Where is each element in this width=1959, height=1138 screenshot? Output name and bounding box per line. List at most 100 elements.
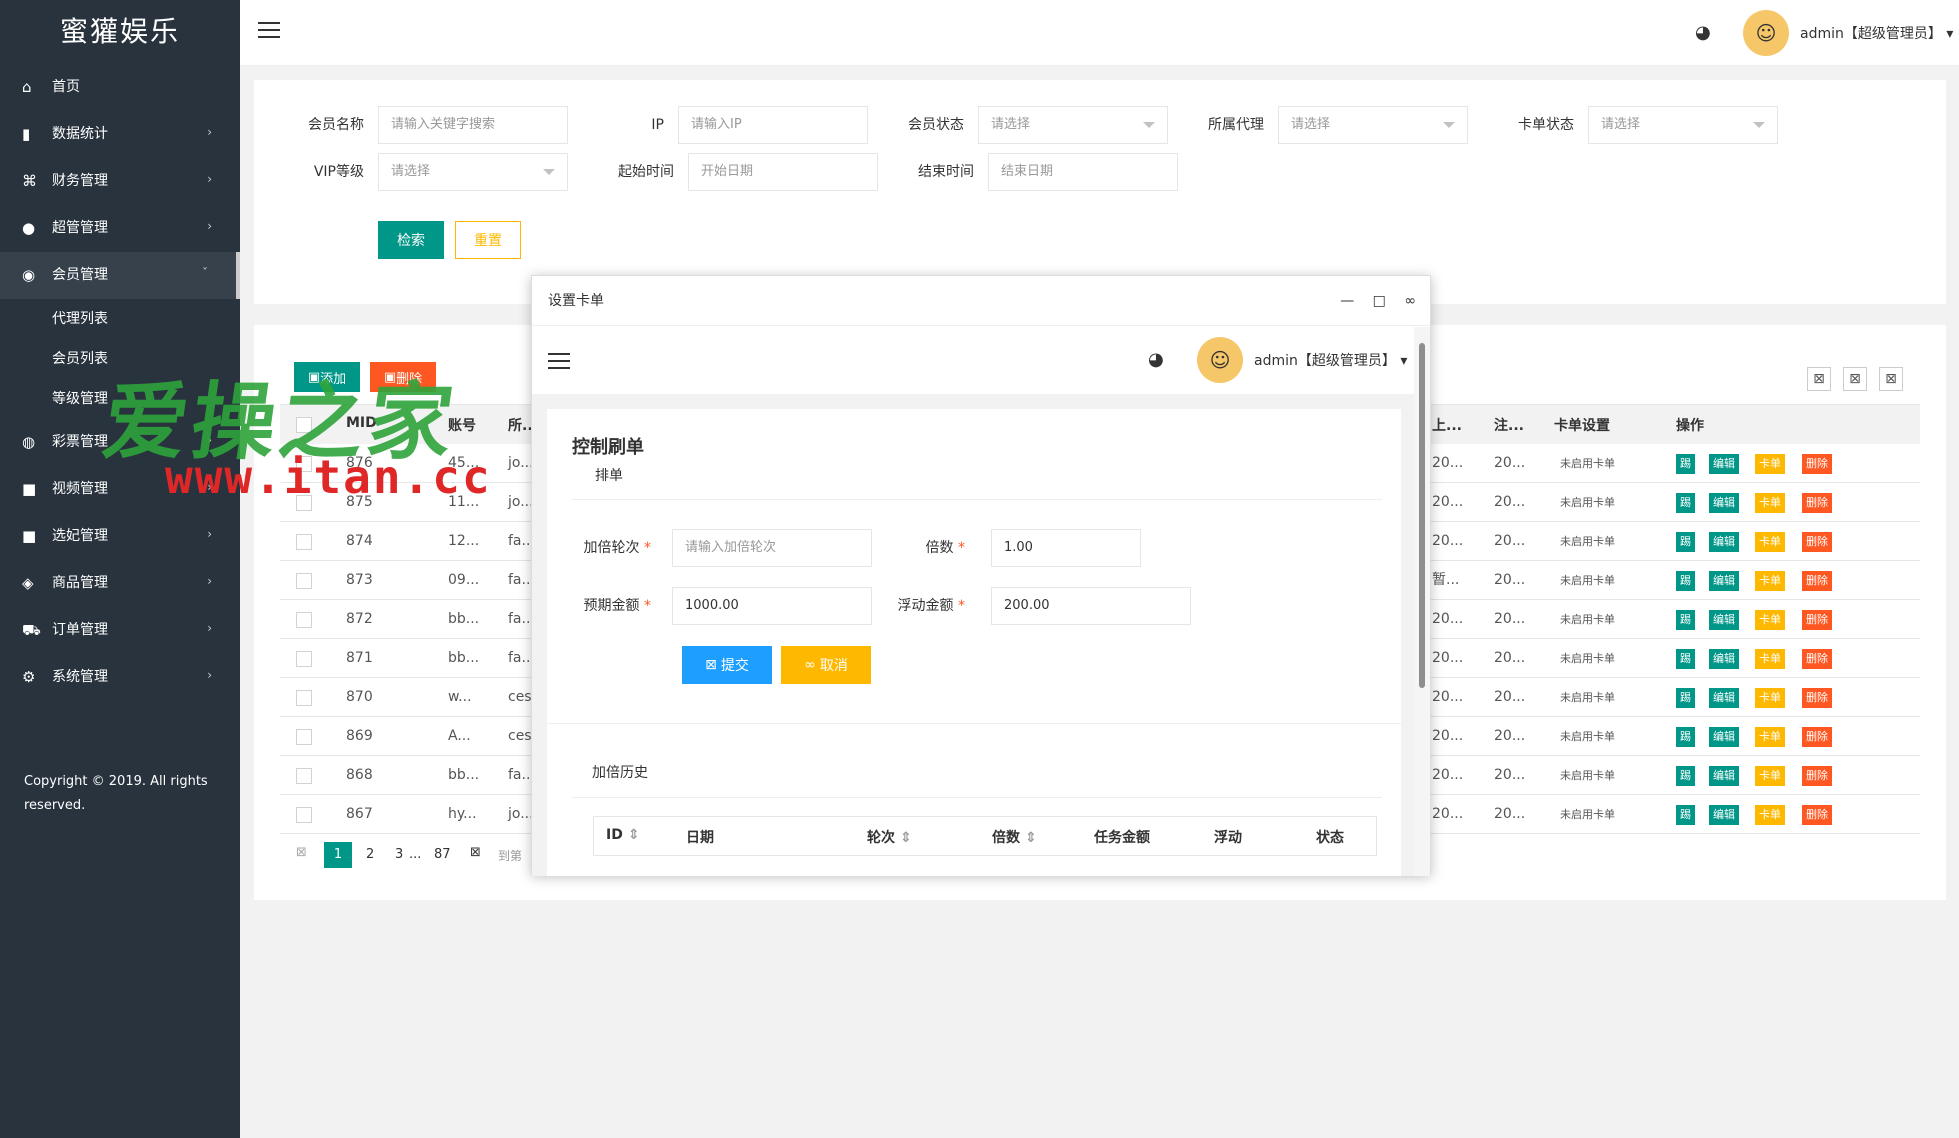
kick-button[interactable]: 踢 <box>1676 610 1695 630</box>
page-last[interactable]: 87 <box>434 847 451 862</box>
member-name-input[interactable]: 请输入关键字搜索 <box>378 106 568 144</box>
delete-button[interactable]: 删除 <box>1802 610 1832 630</box>
users-icon: ◉ <box>22 266 36 284</box>
card-button[interactable]: 卡单 <box>1755 493 1785 513</box>
end-date-label: 结束时间 <box>918 164 974 180</box>
card-button[interactable]: 卡单 <box>1755 688 1785 708</box>
edit-button[interactable]: 编辑 <box>1709 454 1739 474</box>
kick-button[interactable]: 踢 <box>1676 649 1695 669</box>
edit-button[interactable]: 编辑 <box>1709 805 1739 825</box>
sidebar-sub-agent-list[interactable]: 代理列表 <box>0 299 240 339</box>
minimize-icon[interactable]: — <box>1340 293 1354 309</box>
kick-button[interactable]: 踢 <box>1676 532 1695 552</box>
palette-icon[interactable]: ◕ <box>1148 349 1164 370</box>
menu-toggle-icon[interactable] <box>258 22 280 40</box>
edit-button[interactable]: 编辑 <box>1709 766 1739 786</box>
menu-toggle-icon[interactable] <box>548 353 570 371</box>
hist-col-task: 任务金额 <box>1094 830 1150 846</box>
kick-button[interactable]: 踢 <box>1676 493 1695 513</box>
delete-button[interactable]: 删除 <box>1802 649 1832 669</box>
row-checkbox[interactable] <box>296 651 312 667</box>
print-icon[interactable]: ⊠ <box>1879 367 1903 391</box>
start-date-input[interactable]: 开始日期 <box>688 153 878 191</box>
page-3[interactable]: 3 <box>395 847 403 862</box>
cancel-button[interactable]: ∞ 取消 <box>781 646 871 684</box>
row-checkbox[interactable] <box>296 768 312 784</box>
sidebar-item-3[interactable]: ◈ 商品管理 › <box>0 560 240 607</box>
card-button[interactable]: 卡单 <box>1755 571 1785 591</box>
avatar[interactable]: ☺ <box>1743 10 1789 56</box>
delete-button[interactable]: 删除 <box>1802 571 1832 591</box>
sidebar-item-4[interactable]: ◉ 会员管理 ˇ <box>0 252 240 299</box>
sidebar-item-3[interactable]: ● 超管管理 › <box>0 205 240 252</box>
float-amount-input[interactable]: 200.00 <box>991 587 1191 625</box>
delete-button[interactable]: 删除 <box>1802 766 1832 786</box>
edit-button[interactable]: 编辑 <box>1709 532 1739 552</box>
page-1[interactable]: 1 <box>324 842 352 868</box>
sidebar-item-0[interactable]: ⌂ 首页 <box>0 64 240 111</box>
card-button[interactable]: 卡单 <box>1755 532 1785 552</box>
kick-button[interactable]: 踢 <box>1676 454 1695 474</box>
modal-scrollbar[interactable] <box>1414 327 1430 876</box>
card-button[interactable]: 卡单 <box>1755 727 1785 747</box>
kick-button[interactable]: 踢 <box>1676 805 1695 825</box>
agent-select[interactable]: 请选择 <box>1278 106 1468 144</box>
delete-button[interactable]: 删除 <box>1802 727 1832 747</box>
vip-select[interactable]: 请选择 <box>378 153 568 191</box>
avatar[interactable]: ☺ <box>1197 337 1243 383</box>
card-button[interactable]: 卡单 <box>1755 766 1785 786</box>
delete-button[interactable]: 删除 <box>1802 805 1832 825</box>
edit-button[interactable]: 编辑 <box>1709 727 1739 747</box>
delete-button[interactable]: 删除 <box>1802 688 1832 708</box>
card-button[interactable]: 卡单 <box>1755 649 1785 669</box>
user-menu[interactable]: admin【超级管理员】 ▾ <box>1800 23 1953 43</box>
filter-columns-icon[interactable]: ⊠ <box>1807 367 1831 391</box>
edit-button[interactable]: 编辑 <box>1709 571 1739 591</box>
card-button[interactable]: 卡单 <box>1755 805 1785 825</box>
row-checkbox[interactable] <box>296 573 312 589</box>
kick-button[interactable]: 踢 <box>1676 766 1695 786</box>
delete-button[interactable]: 删除 <box>1802 532 1832 552</box>
scroll-thumb[interactable] <box>1419 343 1425 688</box>
row-checkbox[interactable] <box>296 690 312 706</box>
search-button[interactable]: 检索 <box>378 221 444 259</box>
export-icon[interactable]: ⊠ <box>1843 367 1867 391</box>
status-select[interactable]: 请选择 <box>978 106 1168 144</box>
delete-button[interactable]: 删除 <box>1802 454 1832 474</box>
maximize-icon[interactable]: □ <box>1373 293 1386 309</box>
page-2[interactable]: 2 <box>366 847 374 862</box>
modal-user-menu[interactable]: admin【超级管理员】 ▾ <box>1254 350 1407 370</box>
sidebar-item-4[interactable]: ⛟ 订单管理 › <box>0 607 240 654</box>
submit-button[interactable]: ⊠ 提交 <box>682 646 772 684</box>
sidebar-item-5[interactable]: ⚙ 系统管理 › <box>0 654 240 701</box>
row-checkbox[interactable] <box>296 612 312 628</box>
kick-button[interactable]: 踢 <box>1676 727 1695 747</box>
sidebar-item-2[interactable]: ⌘ 财务管理 › <box>0 158 240 205</box>
palette-icon[interactable]: ◕ <box>1695 22 1711 43</box>
card-button[interactable]: 卡单 <box>1755 454 1785 474</box>
delete-button[interactable]: 删除 <box>1802 493 1832 513</box>
page-ellipsis: ... <box>409 847 422 862</box>
sidebar-item-2[interactable]: ■ 选妃管理 › <box>0 513 240 560</box>
ip-input[interactable]: 请输入IP <box>678 106 868 144</box>
close-icon[interactable]: ∞ <box>1404 293 1416 309</box>
edit-button[interactable]: 编辑 <box>1709 688 1739 708</box>
edit-button[interactable]: 编辑 <box>1709 649 1739 669</box>
multiplier-input[interactable]: 1.00 <box>991 529 1141 567</box>
sidebar-item-1[interactable]: ▮ 数据统计 › <box>0 111 240 158</box>
edit-button[interactable]: 编辑 <box>1709 493 1739 513</box>
card-button[interactable]: 卡单 <box>1755 610 1785 630</box>
prev-page-icon[interactable]: ⊠ <box>296 845 307 860</box>
next-page-icon[interactable]: ⊠ <box>470 845 481 860</box>
row-checkbox[interactable] <box>296 729 312 745</box>
cell-mid: 872 <box>346 611 373 627</box>
kick-button[interactable]: 踢 <box>1676 571 1695 591</box>
end-date-input[interactable]: 结束日期 <box>988 153 1178 191</box>
kick-button[interactable]: 踢 <box>1676 688 1695 708</box>
edit-button[interactable]: 编辑 <box>1709 610 1739 630</box>
row-checkbox[interactable] <box>296 807 312 823</box>
row-checkbox[interactable] <box>296 534 312 550</box>
camera-icon: ■ <box>22 527 37 545</box>
card-status-select[interactable]: 请选择 <box>1588 106 1778 144</box>
reset-button[interactable]: 重置 <box>455 221 521 259</box>
